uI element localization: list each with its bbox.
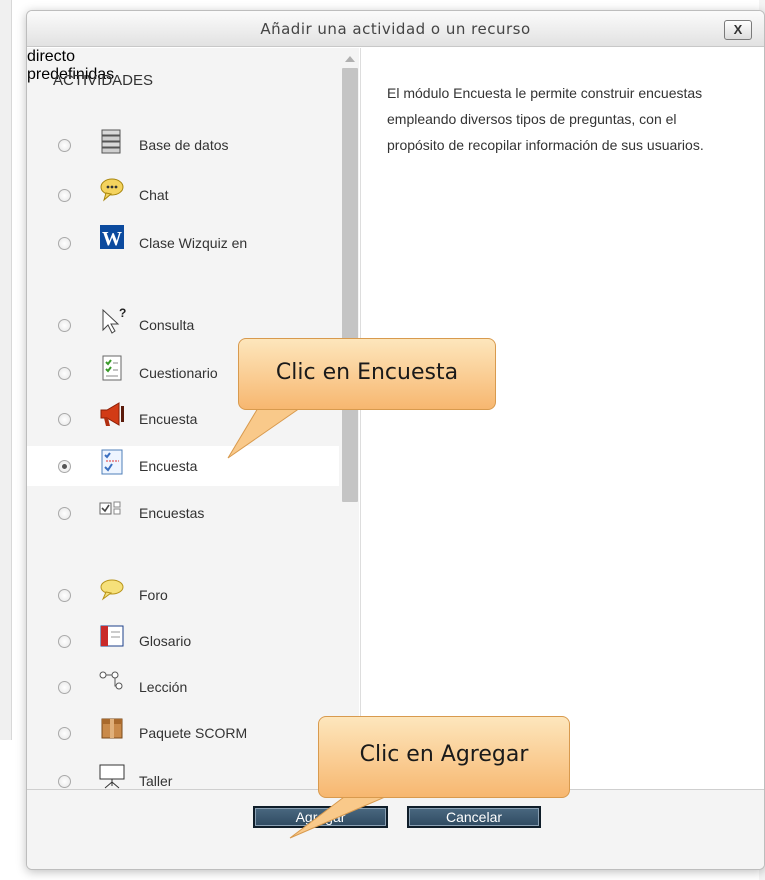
section-label-activities: ACTIVIDADES xyxy=(53,72,154,89)
option-base-de-datos[interactable]: Base de datos xyxy=(27,126,339,164)
module-description: El módulo Encuesta le permite construir … xyxy=(387,85,704,153)
option-encuesta-feedback[interactable]: Encuesta xyxy=(27,400,339,438)
radio-button[interactable] xyxy=(58,237,71,250)
svg-text:W: W xyxy=(102,228,122,250)
option-consulta[interactable]: ? Consulta xyxy=(27,306,339,344)
radio-button[interactable] xyxy=(58,635,71,648)
scorm-package-icon xyxy=(101,718,123,739)
option-label: Glosario xyxy=(139,633,192,649)
option-label: Consulta xyxy=(139,317,195,333)
choice-cursor-icon: ? xyxy=(102,306,126,334)
option-label: Lección xyxy=(139,679,188,695)
survey-chart-icon xyxy=(101,449,123,475)
add-button[interactable]: Agregar xyxy=(253,806,388,828)
svg-text:?: ? xyxy=(119,306,126,320)
option-paquete-scorm[interactable]: Paquete SCORM xyxy=(27,714,339,752)
option-label: Paquete SCORM xyxy=(139,725,248,741)
radio-button[interactable] xyxy=(58,589,71,602)
lesson-flow-icon xyxy=(99,671,123,690)
checkbox-survey-icon xyxy=(99,501,121,515)
scroll-up-arrow-icon[interactable] xyxy=(345,56,355,62)
radio-button[interactable] xyxy=(58,189,71,202)
option-label: Encuestas xyxy=(139,505,205,521)
option-label: Encuesta xyxy=(139,411,198,427)
option-encuestas-predefinidas[interactable]: Encuestas xyxy=(27,494,339,532)
wizquiz-w-icon: W xyxy=(100,225,124,250)
option-label: Base de datos xyxy=(139,137,229,153)
option-foro[interactable]: Foro xyxy=(27,576,339,614)
option-label: Cuestionario xyxy=(139,365,218,381)
option-clase-wizquiz[interactable]: W Clase Wizquiz en xyxy=(27,224,339,262)
radio-button[interactable] xyxy=(58,681,71,694)
database-icon xyxy=(101,129,121,154)
dialog-title: Añadir una actividad o un recurso xyxy=(260,20,531,38)
workshop-board-icon xyxy=(99,764,125,789)
close-button[interactable]: X xyxy=(724,20,752,40)
glossary-book-icon xyxy=(100,625,124,647)
quiz-checklist-icon xyxy=(102,355,122,381)
options-scrollbar[interactable] xyxy=(341,48,359,789)
radio-button[interactable] xyxy=(58,727,71,740)
description-panel: El módulo Encuesta le permite construir … xyxy=(360,48,764,789)
option-label: Encuesta xyxy=(139,458,198,474)
forum-bubble-icon xyxy=(100,579,124,601)
scrollbar-thumb[interactable] xyxy=(342,68,358,502)
option-taller[interactable]: Taller xyxy=(27,762,339,789)
radio-button[interactable] xyxy=(58,775,71,788)
option-label: Taller xyxy=(139,773,173,789)
activity-options-panel: ACTIVIDADES Base de datos Chat W Clase W… xyxy=(27,48,359,789)
dialog-titlebar: Añadir una actividad o un recurso X xyxy=(27,11,764,47)
option-chat[interactable]: Chat xyxy=(27,176,339,214)
add-activity-dialog: Añadir una actividad o un recurso X ACTI… xyxy=(26,10,765,870)
radio-button[interactable] xyxy=(58,139,71,152)
option-label: Foro xyxy=(139,587,168,603)
option-label: Clase Wizquiz en xyxy=(139,235,248,251)
radio-button[interactable] xyxy=(58,413,71,426)
cancel-button[interactable]: Cancelar xyxy=(407,806,541,828)
dialog-footer: Agregar Cancelar xyxy=(27,789,764,869)
option-leccion[interactable]: Lección xyxy=(27,668,339,706)
option-cuestionario[interactable]: Cuestionario xyxy=(27,354,339,392)
radio-button[interactable] xyxy=(58,367,71,380)
option-label: Chat xyxy=(139,187,169,203)
radio-button[interactable] xyxy=(58,507,71,520)
option-encuesta-survey[interactable]: Encuesta xyxy=(27,446,339,486)
chat-bubble-icon xyxy=(100,178,124,202)
page-left-strip xyxy=(0,0,12,740)
option-glosario[interactable]: Glosario xyxy=(27,622,339,660)
radio-button-selected[interactable] xyxy=(58,460,71,473)
megaphone-icon xyxy=(100,402,124,426)
radio-button[interactable] xyxy=(58,319,71,332)
option-label-continuation: directo xyxy=(27,48,76,65)
